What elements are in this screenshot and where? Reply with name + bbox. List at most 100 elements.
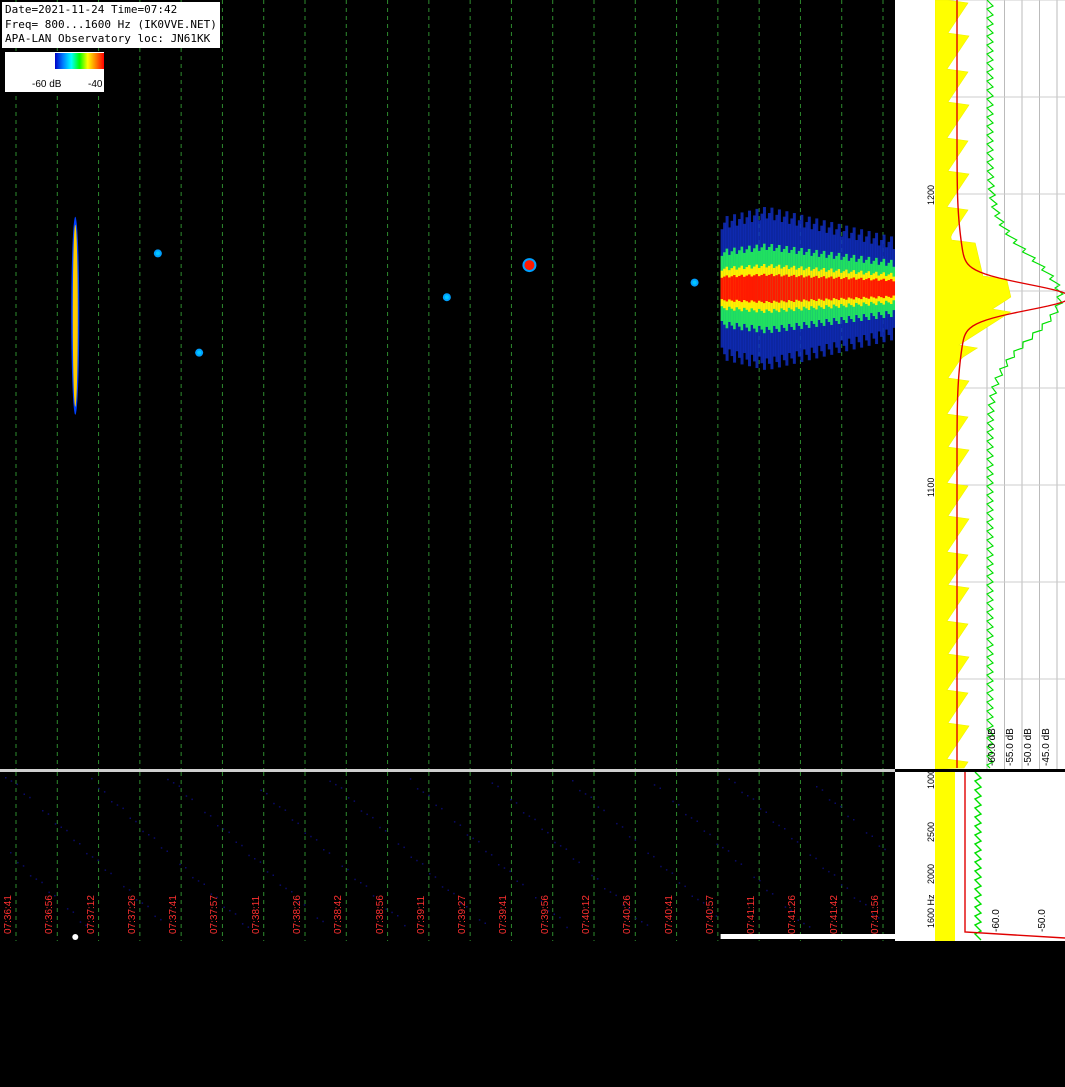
noise-speck <box>653 855 655 858</box>
time-tick-label: 07:40:26 <box>622 895 634 934</box>
noise-speck <box>509 870 511 873</box>
echo-dot <box>155 251 160 256</box>
noise-speck <box>722 846 724 849</box>
time-tick-label: 07:39:11 <box>415 895 427 934</box>
noise-speck <box>248 854 250 857</box>
noise-speck <box>691 895 693 897</box>
noise-speck <box>515 802 518 804</box>
noise-speck <box>709 833 711 836</box>
noise-speck <box>821 789 824 791</box>
noise-speck <box>204 811 206 814</box>
noise-speck <box>765 811 767 813</box>
noise-speck <box>47 813 50 815</box>
noise-speck <box>559 916 561 919</box>
noise-speck <box>303 904 306 906</box>
noise-speck <box>16 783 18 786</box>
noise-speck <box>166 850 168 852</box>
noise-speck <box>366 813 368 816</box>
noise-speck <box>778 824 780 827</box>
noise-speck <box>697 898 699 901</box>
db-tick-label-lower: -50.0 <box>1037 909 1048 932</box>
noise-speck <box>498 864 500 866</box>
noise-speck <box>435 804 437 807</box>
noise-speck <box>273 802 275 805</box>
noise-speck <box>217 825 219 827</box>
noise-speck <box>678 804 680 806</box>
spectrum-yellow-series <box>935 0 1012 769</box>
noise-speck <box>416 859 418 862</box>
time-tick-label: 07:38:56 <box>374 895 386 934</box>
noise-speck <box>528 815 531 817</box>
noise-speck <box>123 885 125 888</box>
noise-speck <box>235 841 237 843</box>
noise-speck <box>135 820 137 823</box>
time-tick-label: 07:40:12 <box>581 895 592 934</box>
echo-trail-core <box>72 224 78 407</box>
noise-speck <box>828 799 831 801</box>
noise-speck <box>291 819 294 821</box>
noise-speck <box>554 841 556 844</box>
noise-speck <box>747 795 749 797</box>
noise-speck <box>284 809 287 811</box>
frequency-tick-label: 1100 <box>926 478 936 498</box>
noise-speck <box>647 852 649 855</box>
noise-speck <box>72 911 75 913</box>
noise-speck <box>604 888 606 890</box>
color-scale-bar <box>55 53 104 69</box>
noise-speck <box>73 839 75 842</box>
noise-speck <box>365 885 368 887</box>
noise-speck <box>66 829 68 832</box>
noise-speck <box>397 843 400 845</box>
noise-speck <box>422 791 425 793</box>
time-tick-label: 07:37:57 <box>209 895 221 934</box>
noise-speck <box>759 879 761 882</box>
db-tick-label: -60.0 dB <box>987 728 998 766</box>
noise-speck <box>453 892 455 895</box>
time-tick-label: 07:41:26 <box>787 895 799 934</box>
noise-speck <box>260 789 262 792</box>
noise-speck <box>391 911 393 914</box>
noise-speck <box>223 906 225 909</box>
noise-speck <box>878 845 881 847</box>
noise-speck <box>541 828 543 831</box>
noise-speck <box>671 872 674 874</box>
time-tick-label: 07:37:41 <box>168 895 180 934</box>
noise-speck <box>10 852 12 854</box>
noise-speck <box>522 812 525 814</box>
noise-speck <box>122 807 124 810</box>
time-tick-label: 07:38:26 <box>292 895 303 934</box>
noise-speck <box>853 897 856 899</box>
time-tick-label: 07:39:41 <box>498 895 510 934</box>
noise-speck <box>497 785 499 788</box>
noise-speck <box>660 865 662 868</box>
noise-speck <box>828 870 830 873</box>
noise-speck <box>278 806 281 808</box>
noise-speck <box>459 824 462 826</box>
noise-speck <box>603 809 605 812</box>
noise-speck <box>322 920 324 923</box>
noise-speck <box>503 867 506 869</box>
noise-speck <box>79 921 82 923</box>
noise-speck <box>335 783 337 786</box>
noise-speck <box>485 850 487 853</box>
db-tick-label: -45.0 dB <box>1041 728 1052 766</box>
spectrum-lower-plot: -60.0-50.0-40.0 <box>935 772 1065 941</box>
noise-speck <box>678 882 681 884</box>
noise-speck <box>641 921 643 923</box>
noise-speck <box>834 802 836 804</box>
noise-speck <box>103 791 106 793</box>
noise-speck <box>23 793 25 795</box>
noise-speck <box>535 897 537 899</box>
waterfall-plot <box>15 0 895 769</box>
noise-speck <box>766 889 768 892</box>
time-tick-label: 07:40:41 <box>663 895 675 934</box>
noise-speck <box>54 823 57 825</box>
noise-speck <box>179 863 181 866</box>
spectrum-lower-yellow <box>935 772 955 941</box>
noise-speck <box>771 893 774 895</box>
noise-speck <box>741 791 743 794</box>
noise-speck <box>416 788 419 790</box>
noise-speck <box>728 778 730 780</box>
legend-high-label: -40 <box>88 79 103 90</box>
noise-speck <box>91 856 94 858</box>
